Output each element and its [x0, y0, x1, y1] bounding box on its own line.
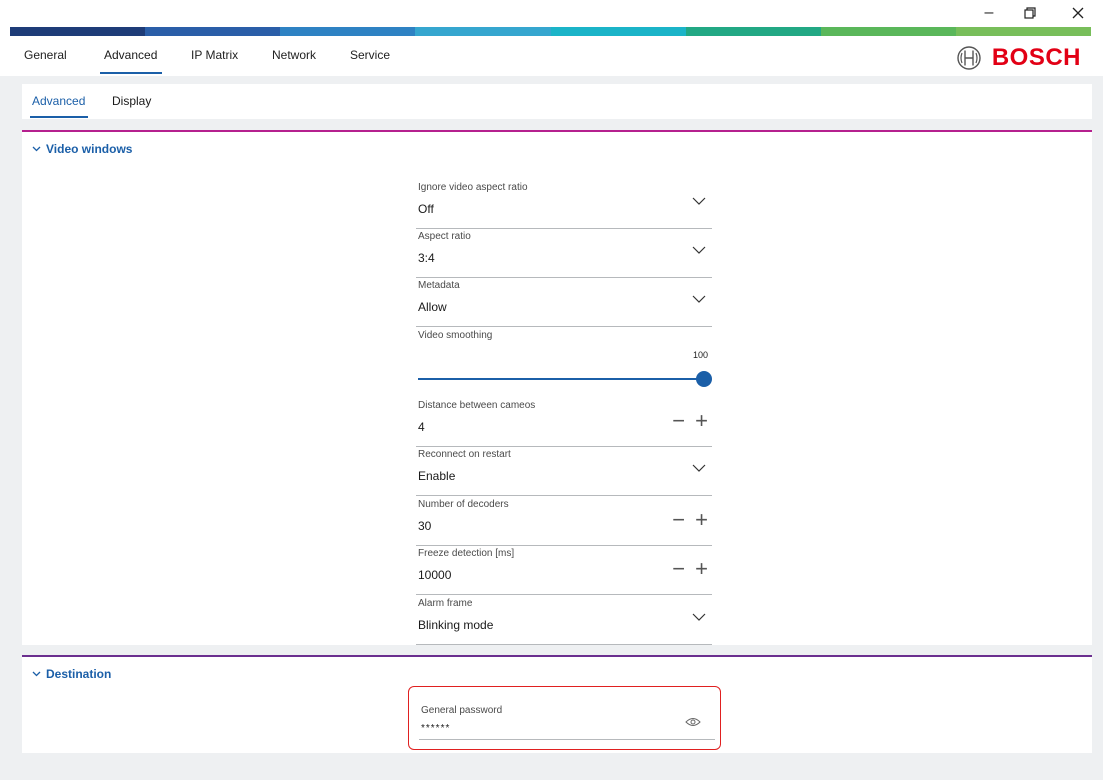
aspect-ratio-dropdown[interactable]: Aspect ratio 3:4 [416, 231, 712, 278]
tab-service[interactable]: Service [350, 48, 390, 62]
field-value: Blinking mode [418, 618, 494, 632]
active-subtab-indicator [30, 116, 88, 118]
field-value: 4 [418, 420, 425, 434]
section-divider [22, 130, 1092, 132]
brand-supergraphic [10, 27, 1091, 36]
minimize-icon[interactable]: – [974, 2, 1004, 24]
minus-icon[interactable]: − [672, 556, 685, 582]
chevron-down-icon [692, 295, 706, 303]
video-windows-section: Video windows Ignore video aspect ratio … [22, 130, 1092, 645]
tab-general[interactable]: General [24, 48, 67, 62]
alarm-frame-dropdown[interactable]: Alarm frame Blinking mode [416, 598, 712, 645]
section-title: Destination [46, 667, 112, 681]
field-label: Number of decoders [418, 499, 509, 510]
supergraphic-segment [10, 27, 146, 36]
field-label: Aspect ratio [418, 231, 471, 242]
supergraphic-segment [415, 27, 551, 36]
section-title: Video windows [46, 142, 133, 156]
video-smoothing-slider: Video smoothing 100 [416, 330, 712, 390]
freeze-detection-stepper: Freeze detection [ms] 10000 − + [416, 548, 712, 595]
tab-advanced[interactable]: Advanced [104, 48, 157, 62]
sub-nav: Advanced Display [22, 84, 1092, 119]
distance-between-cameos-stepper: Distance between cameos 4 − + [416, 400, 712, 447]
restore-icon[interactable] [1015, 2, 1045, 24]
plus-icon[interactable]: + [695, 507, 708, 533]
chevron-down-icon [692, 246, 706, 254]
window-titlebar [0, 0, 1103, 28]
eye-icon[interactable] [685, 717, 701, 727]
field-label: Ignore video aspect ratio [418, 182, 528, 193]
minus-icon[interactable]: − [672, 507, 685, 533]
chevron-down-icon [692, 613, 706, 621]
general-password-highlight: General password ****** [408, 686, 721, 750]
field-label: Video smoothing [418, 330, 493, 341]
field-label: Alarm frame [418, 598, 473, 609]
logo-wordmark: BOSCH [991, 44, 1081, 71]
chevron-down-icon [692, 464, 706, 472]
supergraphic-segment [820, 27, 956, 36]
field-value: 30 [418, 519, 432, 533]
field-value: Enable [418, 469, 456, 483]
chevron-down-icon [32, 671, 41, 677]
close-icon[interactable] [1063, 2, 1093, 24]
field-label: Distance between cameos [418, 400, 536, 411]
active-tab-indicator [100, 72, 162, 74]
subtab-display[interactable]: Display [112, 94, 151, 108]
supergraphic-segment [280, 27, 416, 36]
destination-header[interactable]: Destination [32, 667, 111, 681]
slider-value: 100 [692, 350, 708, 360]
slider-handle[interactable] [696, 371, 712, 387]
slider-track[interactable] [418, 378, 704, 380]
subtab-advanced[interactable]: Advanced [32, 94, 85, 108]
plus-icon[interactable]: + [695, 556, 708, 582]
field-label: Metadata [418, 280, 460, 291]
chevron-down-icon [32, 146, 41, 152]
supergraphic-segment [145, 27, 281, 36]
reconnect-on-restart-dropdown[interactable]: Reconnect on restart Enable [416, 449, 712, 496]
tab-ip-matrix[interactable]: IP Matrix [191, 48, 238, 62]
plus-icon[interactable]: + [695, 408, 708, 434]
ignore-aspect-ratio-dropdown[interactable]: Ignore video aspect ratio Off [416, 182, 712, 229]
general-password-field[interactable]: General password ****** [419, 693, 715, 740]
field-label: General password [421, 705, 503, 716]
main-nav: General Advanced IP Matrix Network Servi… [0, 38, 1103, 78]
field-value: 3:4 [418, 251, 435, 265]
field-value: Off [418, 202, 434, 216]
password-value: ****** [421, 723, 451, 734]
supergraphic-segment [685, 27, 821, 36]
minus-icon[interactable]: − [672, 408, 685, 434]
bosch-armature-icon [957, 46, 981, 70]
bosch-logo: BOSCH [956, 44, 1081, 72]
field-value: 10000 [418, 568, 452, 582]
number-of-decoders-stepper: Number of decoders 30 − + [416, 499, 712, 546]
field-label: Freeze detection [ms] [418, 548, 515, 559]
metadata-dropdown[interactable]: Metadata Allow [416, 280, 712, 327]
chevron-down-icon [692, 197, 706, 205]
section-divider [22, 655, 1092, 657]
supergraphic-segment [955, 27, 1091, 36]
field-label: Reconnect on restart [418, 449, 511, 460]
tab-network[interactable]: Network [272, 48, 316, 62]
supergraphic-segment [550, 27, 686, 36]
field-value: Allow [418, 300, 447, 314]
video-windows-header[interactable]: Video windows [32, 142, 132, 156]
